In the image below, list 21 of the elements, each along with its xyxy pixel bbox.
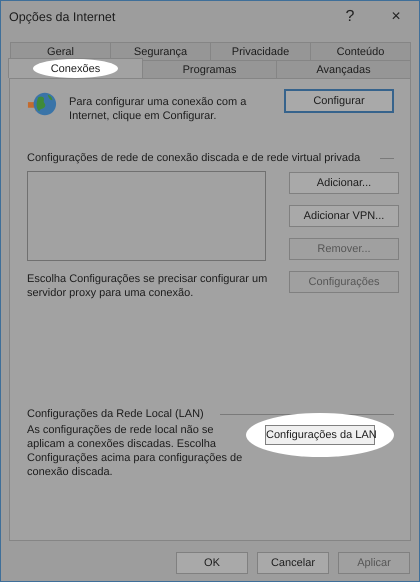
lan-settings-button[interactable]: Configurações da LAN <box>265 425 375 445</box>
tab[interactable]: Segurança <box>110 42 211 60</box>
setup-text: Para configurar uma conexão com a Internet, clique em Configurar. <box>69 95 248 123</box>
window-title: Opções da Internet <box>9 10 116 24</box>
group-heading: Configurações da Rede Local (LAN) <box>27 408 204 420</box>
dialog-button[interactable]: Adicionar... <box>289 172 399 194</box>
connection-list[interactable] <box>27 171 266 261</box>
tab[interactable]: Conteúdo <box>310 42 411 60</box>
tab[interactable]: Programas <box>142 60 277 78</box>
lan-text: As configurações de rede local não se aplicam a conexões discadas. Escolha Configurações acima para configurações de conexão discada. <box>27 423 244 479</box>
tab[interactable]: Privacidade <box>210 42 311 60</box>
proxy-text: Escolha Configurações se precisar configurar um servidor proxy para uma conexão. <box>27 272 268 300</box>
dialog-button[interactable]: Cancelar <box>257 552 329 574</box>
tab[interactable]: Conexões <box>8 58 143 78</box>
dialog-button[interactable]: OK <box>176 552 248 574</box>
help-button[interactable]: ? <box>327 2 373 32</box>
group-heading: Configurações de rede de conexão discada e de rede virtual privada <box>27 152 360 164</box>
close-button[interactable]: × <box>373 2 419 32</box>
tab[interactable]: Avançadas <box>276 60 411 78</box>
configure-button[interactable]: Configurar <box>284 89 394 113</box>
dialog-button[interactable]: Adicionar VPN... <box>289 205 399 227</box>
